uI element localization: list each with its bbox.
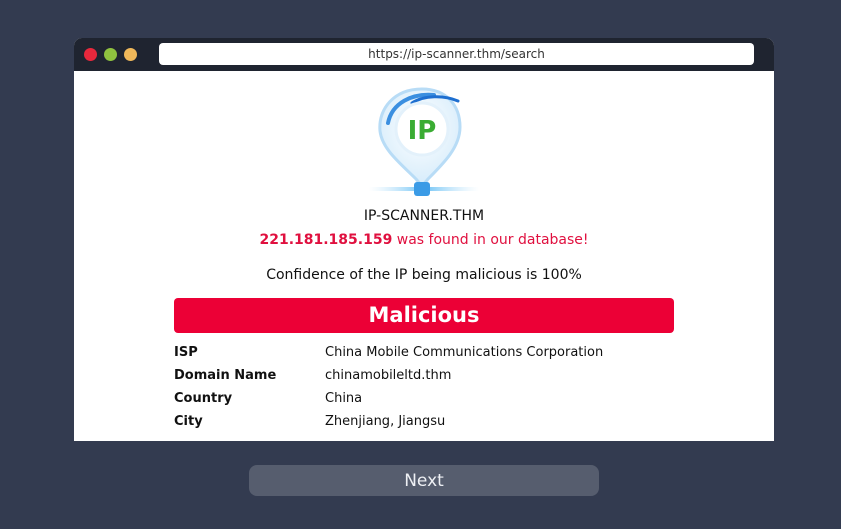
found-text: was found in our database!	[392, 232, 589, 248]
browser-titlebar: https://ip-scanner.thm/search	[74, 38, 774, 71]
logo-text: IP	[408, 116, 437, 146]
verdict-badge: Malicious	[174, 298, 674, 333]
close-dot-icon[interactable]	[84, 48, 97, 61]
city-row: City Zhenjiang, Jiangsu	[174, 412, 674, 432]
confidence-text: Confidence of the IP being malicious is …	[266, 267, 582, 283]
country-label: Country	[174, 391, 233, 406]
domain-name-label: Domain Name	[174, 368, 277, 383]
browser-window: https://ip-scanner.thm/search IP IP-SCAN…	[74, 38, 774, 441]
isp-row: ISP China Mobile Communications Corporat…	[174, 343, 674, 363]
brand-name: IP-SCANNER.THM	[363, 208, 485, 224]
city-value: Zhenjiang, Jiangsu	[325, 414, 446, 429]
address-bar[interactable]: https://ip-scanner.thm/search	[159, 43, 754, 65]
country-row: Country China	[174, 389, 674, 409]
isp-label: ISP	[174, 345, 198, 360]
found-message: 221.181.185.159 was found in our databas…	[74, 232, 774, 248]
maximize-dot-icon[interactable]	[104, 48, 117, 61]
city-label: City	[174, 414, 203, 429]
page-content: IP IP-SCANNER.THM 221.181.185.159 was fo…	[74, 71, 774, 441]
ip-address: 221.181.185.159	[259, 232, 393, 248]
domain-name-row: Domain Name chinamobileltd.thm	[174, 366, 674, 386]
country-value: China	[325, 391, 363, 406]
minimize-dot-icon[interactable]	[124, 48, 137, 61]
location-pin-ip-logo-icon: IP	[369, 87, 479, 196]
next-button[interactable]: Next	[249, 465, 599, 496]
domain-name-value: chinamobileltd.thm	[325, 368, 452, 383]
isp-value: China Mobile Communications Corporation	[325, 345, 604, 360]
